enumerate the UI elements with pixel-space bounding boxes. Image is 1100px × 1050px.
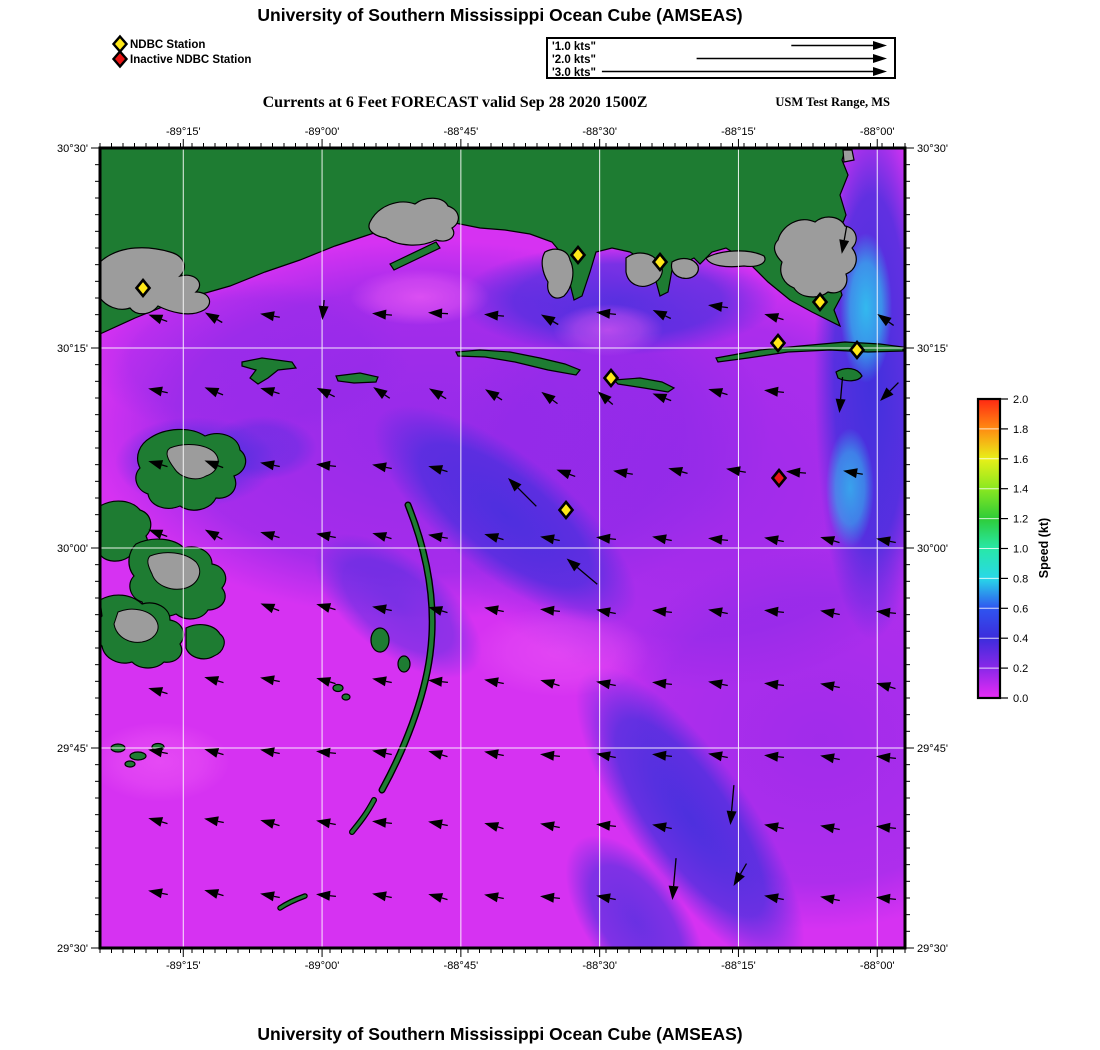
lon-label: -88°00': [860, 960, 895, 972]
colorbar-tick-label: 0.0: [1013, 693, 1028, 705]
lon-label: -88°00': [860, 126, 895, 138]
scale-1kt-label: '1.0 kts": [552, 41, 596, 53]
ndbc-station-label: NDBC Station: [130, 39, 205, 51]
lat-label: 30°15': [917, 343, 948, 355]
colorbar-tick-label: 0.8: [1013, 573, 1028, 585]
lat-label: 29°45': [57, 743, 88, 755]
scale-2kt-label: '2.0 kts": [552, 54, 596, 66]
lat-label: 29°30': [917, 943, 948, 955]
lon-label: -88°30': [582, 126, 617, 138]
lon-label: -88°30': [582, 960, 617, 972]
page-title-bottom: University of Southern Mississippi Ocean…: [257, 1024, 742, 1044]
map-area: -89°15' -89°15' -89°00' -89°00' -88°45' -88°4…: [57, 126, 948, 972]
lat-label: 29°30': [57, 943, 88, 955]
colorbar: 0.0 0.2 0.4 0.6 0.8 1.0 1.2 1.4 1.6 1.8 2.0 Speed …: [976, 394, 1051, 705]
amseas-current-forecast-page: University of Southern Mississippi Ocean…: [0, 0, 1100, 1050]
lon-label: -88°45': [444, 126, 479, 138]
lon-label: -88°45': [444, 960, 479, 972]
lat-label: 29°45': [917, 743, 948, 755]
lon-label: -89°00': [305, 960, 340, 972]
colorbar-tick-label: 1.4: [1013, 484, 1028, 496]
lon-label: -89°00': [305, 126, 340, 138]
colorbar-tick-label: 1.8: [1013, 424, 1028, 436]
region-label: USM Test Range, MS: [775, 95, 890, 109]
inactive-ndbc-station-label: Inactive NDBC Station: [130, 54, 251, 66]
station-legend: NDBC Station Inactive NDBC Station: [111, 34, 251, 69]
vector-scale-box: '1.0 kts" '2.0 kts" '3.0 kts": [546, 37, 896, 79]
scale-3kt-label: '3.0 kts": [552, 67, 596, 79]
lon-label: -89°15': [166, 126, 201, 138]
lon-label: -89°15': [166, 960, 201, 972]
colorbar-title: Speed (kt): [1037, 518, 1051, 578]
forecast-subtitle: Currents at 6 Feet FORECAST valid Sep 28…: [263, 94, 648, 111]
colorbar-tick-label: 0.6: [1013, 603, 1028, 615]
lat-label: 30°00': [57, 543, 88, 555]
lat-label: 30°30': [57, 143, 88, 155]
ndbc-station-icon: [111, 34, 129, 54]
lat-label: 30°15': [57, 343, 88, 355]
colorbar-tick-label: 0.4: [1013, 633, 1028, 645]
colorbar-tick-label: 1.0: [1013, 544, 1028, 556]
colorbar-tick-label: 1.6: [1013, 454, 1028, 466]
inactive-ndbc-station-icon: [111, 49, 129, 69]
colorbar-tick-label: 1.2: [1013, 514, 1028, 526]
page-title: University of Southern Mississippi Ocean…: [257, 5, 742, 25]
lat-label: 30°00': [917, 543, 948, 555]
lon-label: -88°15': [721, 126, 756, 138]
colorbar-tick-label: 0.2: [1013, 663, 1028, 675]
lat-label: 30°30': [917, 143, 948, 155]
colorbar-tick-label: 2.0: [1013, 394, 1028, 406]
lon-label: -88°15': [721, 960, 756, 972]
forecast-plot: University of Southern Mississippi Ocean…: [57, 5, 1051, 1044]
